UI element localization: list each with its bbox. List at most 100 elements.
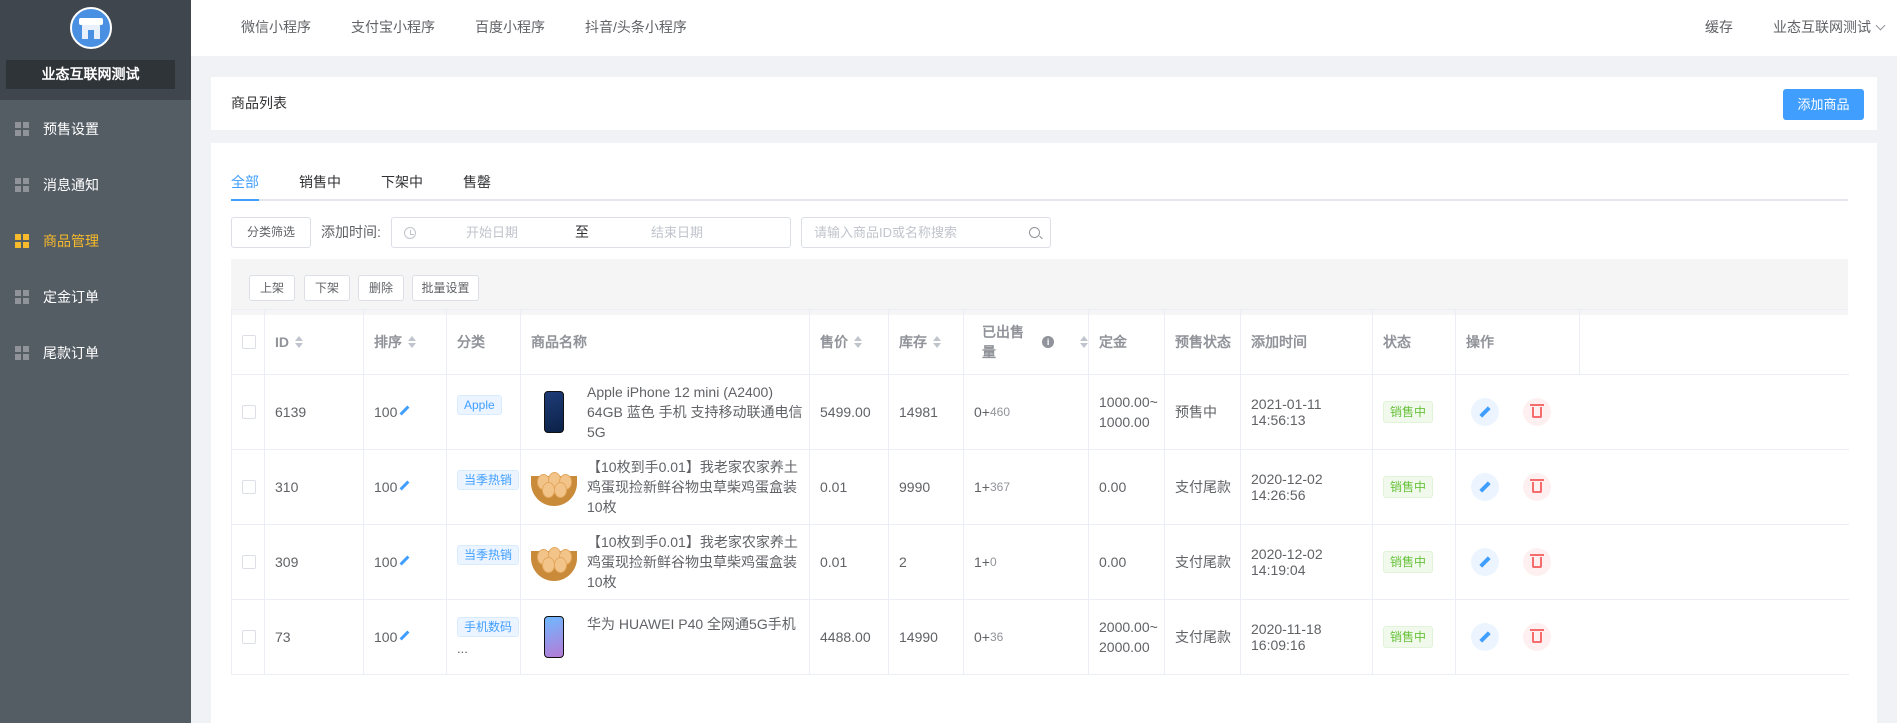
start-date-input[interactable] [422,218,562,247]
sidebar-item-label: 消息通知 [43,177,99,193]
sort-icon[interactable] [1080,336,1088,348]
info-icon[interactable]: i [1042,336,1055,348]
edit-button[interactable] [1471,623,1499,651]
sidebar-item-notifications[interactable]: 消息通知 [0,157,191,213]
column-header-sort[interactable]: 排序 [364,310,447,374]
search-input[interactable] [814,218,1014,247]
grid-icon [15,234,29,248]
status-badge: 销售中 [1383,401,1434,423]
sidebar-item-balance-orders[interactable]: 尾款订单 [0,325,191,381]
price: 0.01 [820,554,848,570]
edit-button[interactable] [1471,548,1499,576]
category-tag: 手机数码 [457,617,520,637]
edit-sort-icon[interactable] [399,480,410,490]
delete-row-button[interactable] [1523,398,1551,426]
store-logo-icon [70,7,112,49]
category-tag: Apple [457,395,502,415]
added-time: 2020-12-02 14:19:04 [1251,546,1323,578]
delete-row-button[interactable] [1523,623,1551,651]
sold-extra: 460 [989,405,1010,419]
sidebar-item-label: 预售设置 [43,121,99,137]
select-all-checkbox[interactable] [242,335,256,349]
sidebar-item-product-management[interactable]: 商品管理 [0,213,191,269]
delete-row-button[interactable] [1523,548,1551,576]
column-header-stock[interactable]: 库存 [889,310,964,374]
chevron-down-icon [1875,20,1886,31]
column-header-category: 分类 [447,310,521,374]
edit-sort-icon[interactable] [399,630,410,640]
product-id: 309 [275,554,299,570]
product-id: 310 [275,479,299,495]
sold-count: 1+ [974,554,990,570]
clock-icon [404,227,416,239]
topnav-douyin[interactable]: 抖音/头条小程序 [585,0,687,56]
list-off-button[interactable]: 下架 [304,275,350,301]
column-header-price[interactable]: 售价 [810,310,889,374]
end-date-input[interactable] [602,218,752,247]
brand-name: 业态互联网测试 [6,60,175,89]
table-row: 73 100 手机数码 ... 华为 HUAWEI P40 全网通5G手机 44… [232,600,1849,675]
presale-status: 支付尾款 [1175,479,1231,495]
date-range-picker[interactable]: 至 [391,217,791,248]
column-header-sold[interactable]: 已出售量 i [964,310,1089,374]
table-row: 309 100 当季热销 【10枚到手0.01】我老家农家养土鸡蛋现捡新鲜谷物虫… [232,525,1849,600]
trash-icon [1532,482,1542,493]
huawei-image [531,614,577,660]
eggs-image [531,539,577,585]
added-time: 2021-01-11 14:56:13 [1251,396,1322,428]
sort-value: 100 [374,404,398,420]
sold-count: 0+ [974,629,990,645]
product-name[interactable]: 华为 HUAWEI P40 全网通5G手机 [587,614,796,634]
product-name[interactable]: 【10枚到手0.01】我老家农家养土鸡蛋现捡新鲜谷物虫草柴鸡蛋盒装10枚 [587,532,809,592]
sort-icon[interactable] [408,336,416,348]
sort-icon[interactable] [933,336,941,348]
grid-icon [15,290,29,304]
delete-button[interactable]: 删除 [358,275,404,301]
column-header-ops: 操作 [1456,310,1580,374]
cache-button[interactable]: 缓存 [1705,0,1733,56]
product-table: ID 排序 分类 商品名称 售价 库存 已出售量 i 定金 预售状态 添加时间 状… [231,309,1849,675]
tab-all[interactable]: 全部 [231,171,259,201]
search-icon[interactable] [1029,227,1040,238]
row-checkbox[interactable] [242,555,256,569]
product-name[interactable]: Apple iPhone 12 mini (A2400) 64GB 蓝色 手机 … [587,382,809,442]
sort-icon[interactable] [854,336,862,348]
category-filter-button[interactable]: 分类筛选 [231,217,311,248]
sort-icon[interactable] [295,336,303,348]
active-tab-indicator [231,199,259,201]
edit-sort-icon[interactable] [399,405,410,415]
select-all-cell [232,310,265,374]
row-checkbox[interactable] [242,630,256,644]
list-on-button[interactable]: 上架 [249,275,295,301]
stock: 2 [899,554,907,570]
edit-sort-icon[interactable] [399,555,410,565]
list-header: 商品列表 添加商品 [211,77,1877,130]
topnav-alipay[interactable]: 支付宝小程序 [351,0,435,56]
deposit: 2000.00~2000.00 [1099,619,1158,655]
tab-on-sale[interactable]: 销售中 [299,171,341,201]
stock: 9990 [899,479,931,495]
tab-off-shelf[interactable]: 下架中 [381,171,423,201]
batch-settings-button[interactable]: 批量设置 [412,275,479,301]
topnav-wechat[interactable]: 微信小程序 [241,0,311,56]
sidebar-item-deposit-orders[interactable]: 定金订单 [0,269,191,325]
row-checkbox[interactable] [242,480,256,494]
product-name[interactable]: 【10枚到手0.01】我老家农家养土鸡蛋现捡新鲜谷物虫草柴鸡蛋盒装10枚 [587,457,809,517]
user-name: 业态互联网测试 [1773,19,1871,35]
edit-button[interactable] [1471,473,1499,501]
price: 4488.00 [820,629,871,645]
sidebar-item-presale-settings[interactable]: 预售设置 [0,101,191,157]
column-header-id[interactable]: ID [265,310,364,374]
presale-status: 预售中 [1175,404,1217,420]
edit-button[interactable] [1471,398,1499,426]
grid-icon [15,346,29,360]
add-product-button[interactable]: 添加商品 [1783,89,1864,120]
tab-sold-out[interactable]: 售罄 [463,171,491,201]
topnav-baidu[interactable]: 百度小程序 [475,0,545,56]
sidebar-item-label: 尾款订单 [43,345,99,361]
table-header-row: ID 排序 分类 商品名称 售价 库存 已出售量 i 定金 预售状态 添加时间 状… [232,310,1849,375]
delete-row-button[interactable] [1523,473,1551,501]
user-menu[interactable]: 业态互联网测试 [1773,0,1886,56]
trash-icon [1532,632,1542,643]
row-checkbox[interactable] [242,405,256,419]
